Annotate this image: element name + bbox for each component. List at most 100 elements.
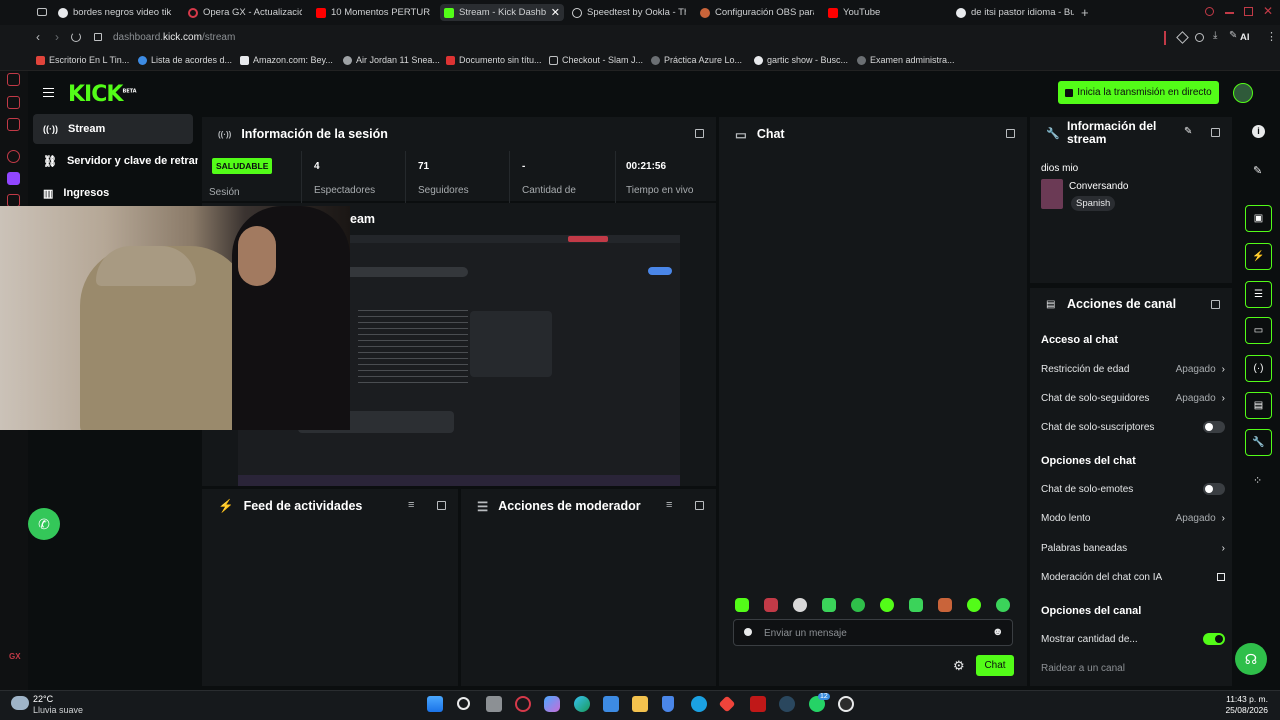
copilot-icon[interactable] [544,696,560,712]
bookmark[interactable]: Escritorio En L Tin... [36,55,129,65]
popout-icon[interactable] [437,501,446,510]
browser-tab-active[interactable]: Stream - Kick Dashboard ✕ [440,4,564,21]
tool-chat-icon[interactable]: ▭ [1245,317,1272,344]
browser-tab[interactable]: 10 Momentos PERTURBAD [316,4,430,21]
browser-tab[interactable]: Opera GX - Actualización [188,4,302,21]
task-view-icon[interactable] [486,696,502,712]
nav-item-server-key[interactable]: ⛓ Servidor y clave de retrans [33,146,198,176]
bookmark[interactable]: Práctica Azure Lo... [651,55,742,65]
bookmark[interactable]: Lista de acordes d... [138,55,232,65]
browser-tab[interactable]: Configuración OBS para S [700,4,814,21]
info-icon[interactable]: i [1252,125,1265,138]
floating-action-icon[interactable]: ✆ [28,508,60,540]
emote-icon[interactable] [909,598,923,612]
bookmark[interactable]: Documento sin títu... [446,55,542,65]
popout-icon[interactable] [695,129,704,138]
new-tab-icon[interactable]: + [1081,5,1089,20]
nav-item-stream[interactable]: ((·)) Stream [33,114,193,144]
wallet-icon[interactable]: ✎ [1229,30,1237,41]
age-restriction-row[interactable]: Restricción de edad Apagado › [1041,361,1225,377]
pencil-icon[interactable]: ✎ [1253,164,1262,177]
menu-icon[interactable]: ⋮ [1266,30,1277,43]
filter-icon[interactable]: ≡ [666,499,672,511]
close-window-icon[interactable]: ✕ [1263,4,1273,18]
kick-logo[interactable]: KICKBETA [68,82,137,107]
popout-icon[interactable] [1006,129,1015,138]
chat-send-button[interactable]: Chat [976,655,1014,676]
tool-broadcast-icon[interactable]: (·) [1245,355,1272,382]
popout-icon[interactable] [695,501,704,510]
tool-session-icon[interactable]: ▣ [1245,205,1272,232]
emoji-icon[interactable]: ☻ [992,626,1004,638]
clock-date[interactable]: 25/08/2026 [1225,705,1268,715]
store-icon[interactable] [603,696,619,712]
extension-icon[interactable] [1176,31,1189,44]
raid-row[interactable]: Raidear a un canal [1041,660,1225,676]
popout-icon[interactable] [1211,128,1220,137]
mcafee-icon[interactable] [750,696,766,712]
emote-icon[interactable] [793,598,807,612]
sidebar-app-icon[interactable] [7,150,20,163]
back-icon[interactable]: ‹ [36,30,40,44]
forward-icon[interactable]: › [55,30,59,44]
emote-icon[interactable] [938,598,952,612]
emote-icon[interactable] [735,598,749,612]
minimize-icon[interactable] [1225,12,1234,14]
emote-icon[interactable] [880,598,894,612]
security-icon[interactable] [662,696,674,712]
weather-icon[interactable] [11,696,29,710]
banned-words-row[interactable]: Palabras baneadas › [1041,540,1225,556]
sidebar-app-icon[interactable] [7,118,20,131]
emote-icon[interactable] [851,598,865,612]
browser-tab[interactable]: de itsi pastor idioma - Busc [956,4,1074,21]
twitch-icon[interactable] [7,172,20,185]
followers-only-row[interactable]: Chat de solo-seguidores Apagado › [1041,390,1225,406]
emote-icon[interactable] [967,598,981,612]
chat-input[interactable]: Enviar un mensaje ☻ [733,619,1013,646]
obs-taskbar-icon[interactable] [838,696,854,712]
profile-icon[interactable] [1195,33,1204,42]
bookmark[interactable]: Amazon.com: Bey... [240,55,333,65]
bookmark[interactable]: Air Jordan 11 Snea... [343,55,440,65]
reload-icon[interactable] [71,32,81,42]
avatar[interactable] [1233,83,1253,103]
steam-icon[interactable] [779,696,795,712]
filter-icon[interactable]: ≡ [408,499,414,511]
tab-menu-icon[interactable] [37,8,47,16]
subs-only-toggle[interactable] [1203,421,1225,433]
opera-gx-taskbar-icon[interactable] [515,696,531,712]
bookmark[interactable]: Checkout - Slam J... [549,55,643,65]
gx-icon[interactable]: GX [9,652,21,661]
nav-item-income[interactable]: ▥ Ingresos [33,178,193,208]
start-icon[interactable] [427,696,443,712]
close-tab-icon[interactable]: ✕ [551,6,560,19]
popout-icon[interactable] [1211,300,1220,309]
folder-icon[interactable] [632,696,648,712]
search-icon[interactable] [457,697,470,710]
bookmark[interactable]: Examen administra... [857,55,955,65]
layout-icon[interactable]: ⁘ [1253,474,1262,487]
download-icon[interactable]: ⤓ [1213,30,1217,41]
emote-icon[interactable] [822,598,836,612]
tool-activity-icon[interactable]: ⚡ [1245,243,1272,270]
tool-channel-icon[interactable]: ▤ [1245,392,1272,419]
show-count-toggle[interactable] [1203,633,1225,645]
go-live-button[interactable]: Inicia la transmisión en directo [1058,81,1219,104]
sidebar-app-icon[interactable] [7,73,20,86]
browser-tab[interactable]: bordes negros video tik tok [58,4,174,21]
edit-icon[interactable]: ✎ [1184,126,1192,137]
chat-settings-icon[interactable]: ⚙ [953,658,965,674]
maximize-icon[interactable] [1244,7,1253,16]
browser-tab[interactable]: YouTube [828,4,942,21]
clock-time[interactable]: 11:43 p. m. [1226,694,1268,704]
bookmark[interactable]: gartic show - Busc... [754,55,848,65]
search-tabs-icon[interactable] [1205,7,1214,16]
url-field[interactable]: dashboard.kick.com/stream [113,32,235,43]
hamburger-icon[interactable] [43,88,54,97]
emotes-only-toggle[interactable] [1203,483,1225,495]
tool-info-icon[interactable]: 🔧 [1245,429,1272,456]
browser-tab[interactable]: Speedtest by Ookla - The [572,4,686,21]
emote-icon[interactable] [996,598,1010,612]
ai-moderation-row[interactable]: Moderación del chat con IA [1041,569,1225,585]
ai-button[interactable]: AI [1240,32,1250,43]
